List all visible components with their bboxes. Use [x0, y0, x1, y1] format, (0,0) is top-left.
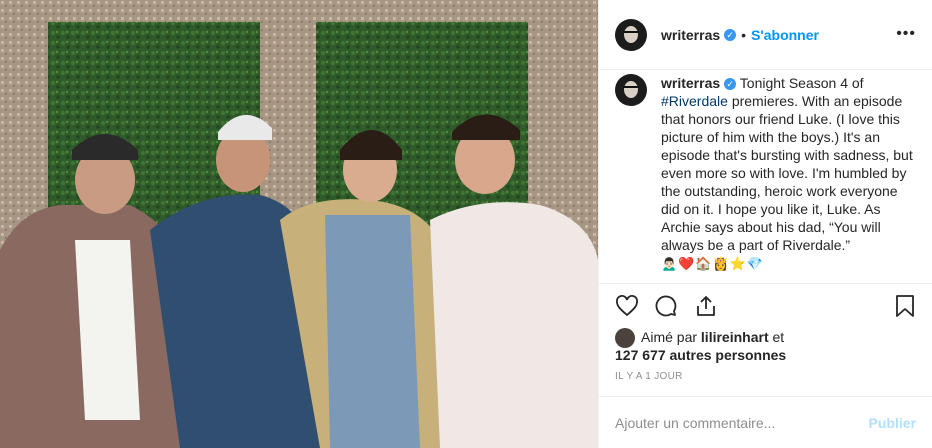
comment-bar: Publier	[599, 396, 932, 448]
comment-input[interactable]	[615, 414, 869, 431]
author-username[interactable]: writerras	[661, 27, 720, 43]
comment-icon[interactable]	[654, 294, 678, 323]
caption-verified-badge-icon: ✓	[724, 78, 737, 90]
share-icon[interactable]	[694, 294, 718, 323]
caption-text: writerras ✓ Tonight Season 4 of #Riverdal…	[661, 74, 913, 286]
publish-button[interactable]: Publier	[869, 415, 916, 431]
post-sidebar: writerras ✓ • S'abonner ••• writerras ✓ T…	[598, 0, 932, 448]
caption-body-start: Tonight Season 4 of	[736, 75, 864, 91]
hashtag-link[interactable]: #Riverdale	[661, 93, 728, 109]
author-avatar[interactable]	[615, 18, 647, 51]
heart-icon[interactable]	[615, 294, 639, 323]
follow-button[interactable]: S'abonner	[751, 27, 819, 43]
post-photo[interactable]	[0, 0, 598, 448]
action-bar	[599, 283, 932, 328]
liked-by-prefix: Aimé par	[641, 329, 701, 345]
verified-badge-icon: ✓	[724, 28, 737, 41]
liker-username[interactable]: lilireinhart	[701, 329, 769, 345]
caption-emojis: 🙍🏻‍♂️❤️🏠👸⭐💎	[661, 256, 765, 271]
separator-dot: •	[741, 26, 747, 43]
likes-connector: et	[768, 329, 785, 345]
liker-avatar[interactable]	[615, 328, 635, 348]
post-photo-illustration	[0, 0, 598, 448]
more-options-icon[interactable]: •••	[896, 25, 916, 43]
likes-summary: Aimé par lilireinhart et 127 677 autres …	[615, 328, 786, 364]
post-header: writerras ✓ • S'abonner •••	[599, 0, 932, 70]
caption-username[interactable]: writerras	[661, 75, 720, 91]
post-timestamp[interactable]: IL Y A 1 JOUR	[615, 371, 683, 382]
likes-count[interactable]: 127 677 autres personnes	[615, 347, 786, 363]
bookmark-icon[interactable]	[894, 294, 916, 323]
instagram-post: writerras ✓ • S'abonner ••• writerras ✓ T…	[0, 0, 932, 448]
post-caption: writerras ✓ Tonight Season 4 of #Riverdal…	[599, 74, 932, 286]
caption-body-rest: premieres. With an episode that honors o…	[661, 93, 913, 253]
caption-avatar[interactable]	[615, 74, 647, 106]
